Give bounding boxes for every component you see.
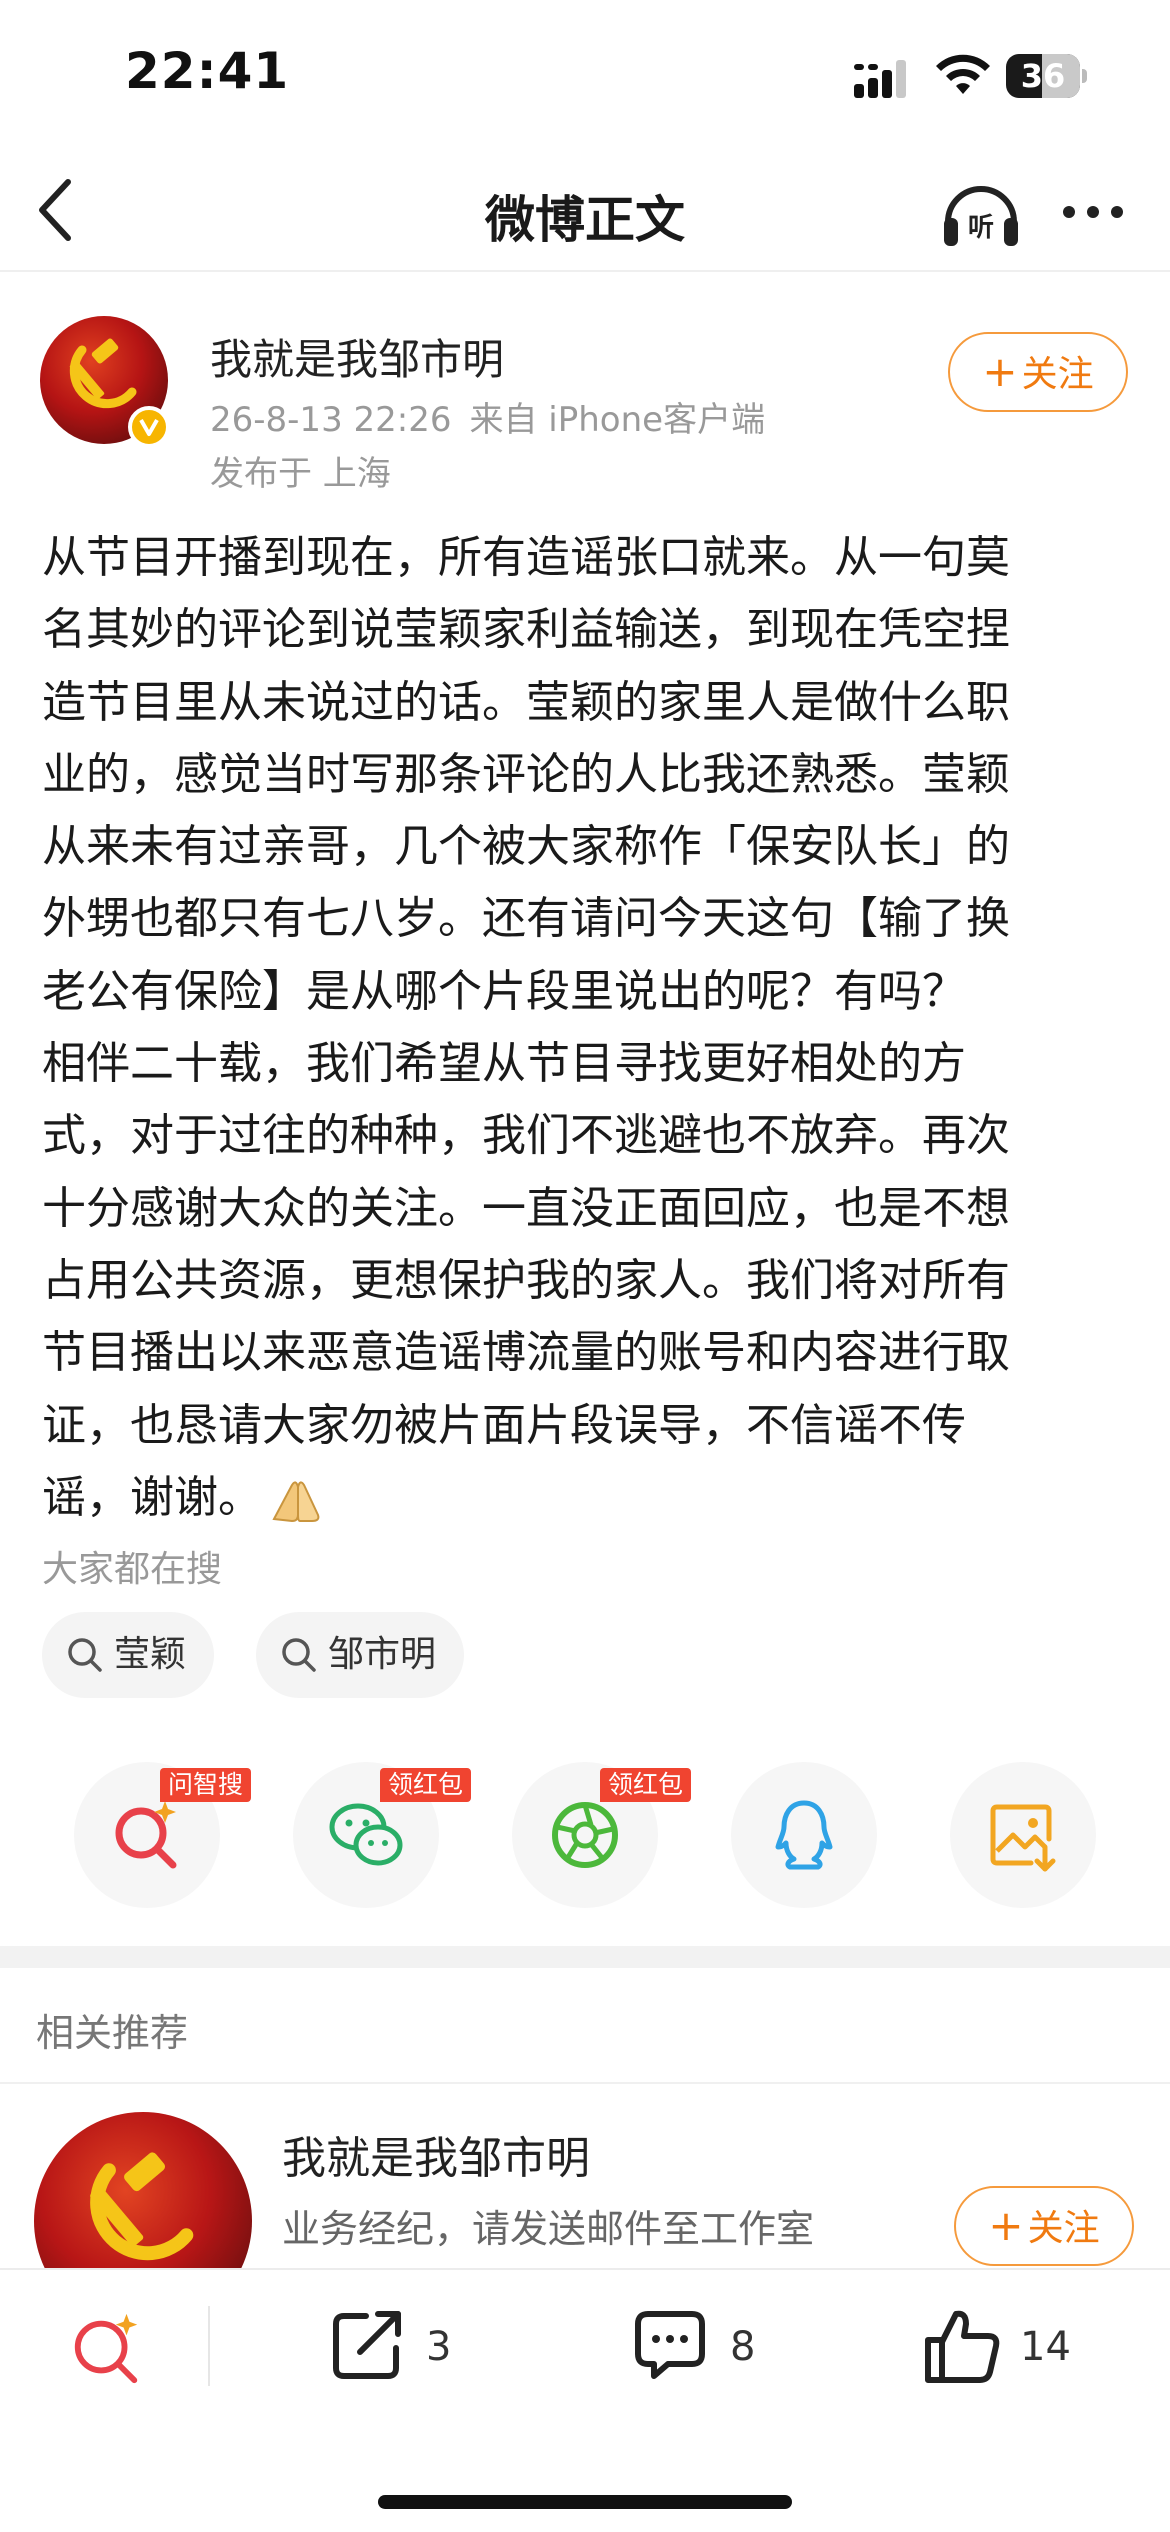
share-qq-button[interactable]	[731, 1762, 877, 1908]
party-emblem-icon	[90, 2152, 194, 2261]
post-body-line: 证，也恳请大家勿被片面片段误导，不信谣不传	[42, 1399, 966, 1451]
status-time: 22:41	[125, 42, 290, 100]
divider	[208, 2306, 210, 2386]
search-chip[interactable]: 莹颖	[42, 1612, 215, 1698]
post-body: 从节目开播到现在，所有造谣张口就来。从一句莫 名其妙的评论到说莹颖家利益输送，到…	[42, 522, 1128, 1534]
cellular-signal-icon	[854, 60, 906, 98]
post-source: 来自 iPhone客户端	[469, 400, 766, 440]
repost-icon	[333, 2311, 401, 2379]
post-body-last-line: 谣，谢谢。	[42, 1462, 1128, 1534]
battery-indicator: 36	[1006, 54, 1087, 98]
post-body-line: 外甥也都只有七八岁。还有请问今天这句【输了换	[42, 893, 1010, 945]
comment-button[interactable]: 8	[632, 2306, 762, 2390]
ai-search-icon	[115, 1801, 177, 1869]
verified-badge-icon	[128, 406, 170, 448]
search-chip[interactable]: 邹市明	[256, 1612, 465, 1698]
search-chip-label: 邹市明	[328, 1634, 437, 1675]
home-indicator	[378, 2495, 792, 2509]
save-image-icon	[990, 1804, 1056, 1872]
plus-icon: +	[988, 2201, 1024, 2250]
battery-percent: 36	[1020, 57, 1066, 95]
post-body-line: 节目播出以来恶意造谣博流量的账号和内容进行取	[42, 1327, 1010, 1379]
post-body-line: 谣，谢谢。	[42, 1471, 262, 1523]
praying-hands-emoji-icon	[272, 1481, 320, 1522]
divider	[0, 2082, 1170, 2084]
more-dots-icon[interactable]	[1060, 202, 1126, 222]
nav-bar: 微博正文 听	[0, 150, 1170, 272]
plus-icon: +	[982, 347, 1018, 396]
like-count: 14	[1020, 2324, 1071, 2370]
party-emblem-icon	[69, 338, 137, 409]
share-badge: 领红包	[600, 1768, 692, 1802]
post-body-line: 名其妙的评论到说莹颖家利益输送，到现在凭空捏	[42, 604, 1010, 656]
post-body-line: 业的，感觉当时写那条评论的人比我还熟悉。莹颖	[42, 748, 1010, 800]
ai-search-icon[interactable]	[68, 2310, 146, 2388]
bottom-action-bar: 3 8 14	[0, 2268, 1170, 2532]
repost-button[interactable]: 3	[330, 2306, 460, 2390]
follow-button-label: 关注	[1027, 2208, 1100, 2249]
related-recommendations-title: 相关推荐	[36, 2011, 189, 2055]
post-date: 26-8-13 22:26	[210, 400, 452, 440]
thumbs-up-icon	[925, 2310, 1000, 2383]
post-body-line: 十分感谢大众的关注。一直没正面回应，也是不想	[42, 1182, 1010, 1234]
comment-count: 8	[730, 2324, 756, 2370]
weibo-post-page: 22:41 36 微博正文 听 我就是我邹市明 26-8-13 22:26 来自…	[0, 0, 1170, 2532]
related-follow-button[interactable]: + 关注	[954, 2186, 1134, 2266]
post-body-line: 老公有保险】是从哪个片段里说出的呢？有吗？	[42, 965, 966, 1017]
post-body-line: 式，对于过往的种种，我们不逃避也不放弃。再次	[42, 1110, 1010, 1162]
status-bar: 22:41 36	[0, 0, 1170, 150]
repost-count: 3	[426, 2324, 452, 2370]
follow-button-label: 关注	[1021, 354, 1094, 395]
qq-icon	[775, 1800, 833, 1870]
related-user-description: 业务经纪，请发送邮件至工作室	[282, 2207, 815, 2251]
post-body-line: 从来未有过亲哥，几个被大家称作「保安队长」的	[42, 821, 1010, 873]
moments-icon	[552, 1802, 618, 1868]
post-location: 发布于 上海	[210, 454, 391, 494]
follow-button[interactable]: + 关注	[948, 332, 1128, 412]
like-button[interactable]: 14	[922, 2306, 1082, 2390]
share-badge: 领红包	[380, 1768, 472, 1802]
svg-text:听: 听	[968, 213, 994, 243]
search-chip-label: 莹颖	[114, 1634, 187, 1675]
post-body-line: 造节目里从未说过的话。莹颖的家里人是做什么职	[42, 676, 1010, 728]
comment-icon	[635, 2311, 705, 2379]
wifi-icon	[936, 54, 990, 94]
listen-headphones-icon[interactable]: 听	[940, 174, 1022, 250]
share-badge: 问智搜	[160, 1768, 252, 1802]
share-save-image-button[interactable]	[950, 1762, 1096, 1908]
wechat-icon	[329, 1803, 403, 1866]
post-body-line: 相伴二十载，我们希望从节目寻找更好相处的方	[42, 1038, 966, 1090]
section-separator	[0, 1946, 1170, 1968]
search-icon	[282, 1638, 316, 1672]
author-name[interactable]: 我就是我邹市明	[210, 326, 504, 387]
search-icon	[68, 1638, 102, 1672]
trending-search-label: 大家都在搜	[42, 1549, 223, 1590]
related-user-name[interactable]: 我就是我邹市明	[282, 2122, 590, 2186]
post-body-line: 从节目开播到现在，所有造谣张口就来。从一句莫	[42, 532, 1010, 583]
post-body-line: 占用公共资源，更想保护我的家人。我们将对所有	[42, 1254, 1010, 1306]
post-meta: 26-8-13 22:26 来自 iPhone客户端	[210, 392, 765, 441]
